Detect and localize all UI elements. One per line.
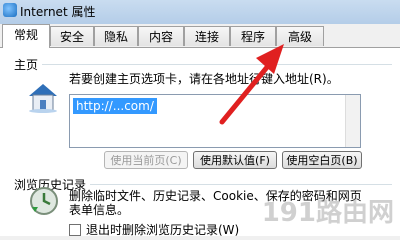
tab-privacy[interactable]: 隐私	[94, 26, 138, 46]
watermark: 191路由网	[261, 198, 394, 228]
delete-history-on-exit-checkbox[interactable]	[69, 224, 81, 236]
url-scrollbar[interactable]	[345, 95, 360, 147]
delete-history-on-exit-label: 退出时删除浏览历史记录(W)	[86, 223, 240, 237]
history-description-line2: 表单信息。	[69, 203, 130, 217]
use-current-button[interactable]: 使用当前页(C)	[104, 151, 188, 169]
use-default-button[interactable]: 使用默认值(F)	[193, 151, 277, 169]
tab-content[interactable]: 内容	[138, 26, 184, 46]
home-url-value: http://...com/	[73, 98, 157, 114]
home-group-label: 主页	[14, 58, 39, 72]
house-icon	[29, 84, 57, 113]
tab-connections[interactable]: 连接	[184, 26, 230, 46]
tab-security[interactable]: 安全	[50, 26, 94, 46]
tab-general[interactable]: 常规	[2, 24, 50, 48]
app-icon	[3, 3, 17, 17]
home-group-divider	[42, 64, 392, 65]
window-title: Internet 属性	[20, 5, 96, 19]
history-icon	[30, 187, 58, 215]
tab-strip: 常规 安全 隐私 内容 连接 程序 高级	[0, 24, 400, 48]
tab-advanced[interactable]: 高级	[276, 26, 324, 46]
home-url-textarea[interactable]: http://...com/	[69, 94, 361, 148]
title-bar: Internet 属性	[0, 0, 400, 24]
use-blank-button[interactable]: 使用空白页(B)	[282, 151, 362, 169]
home-description: 若要创建主页选项卡，请在各地址行键入地址(R)。	[69, 72, 339, 86]
tab-programs[interactable]: 程序	[230, 26, 276, 46]
history-group-divider	[90, 184, 392, 185]
